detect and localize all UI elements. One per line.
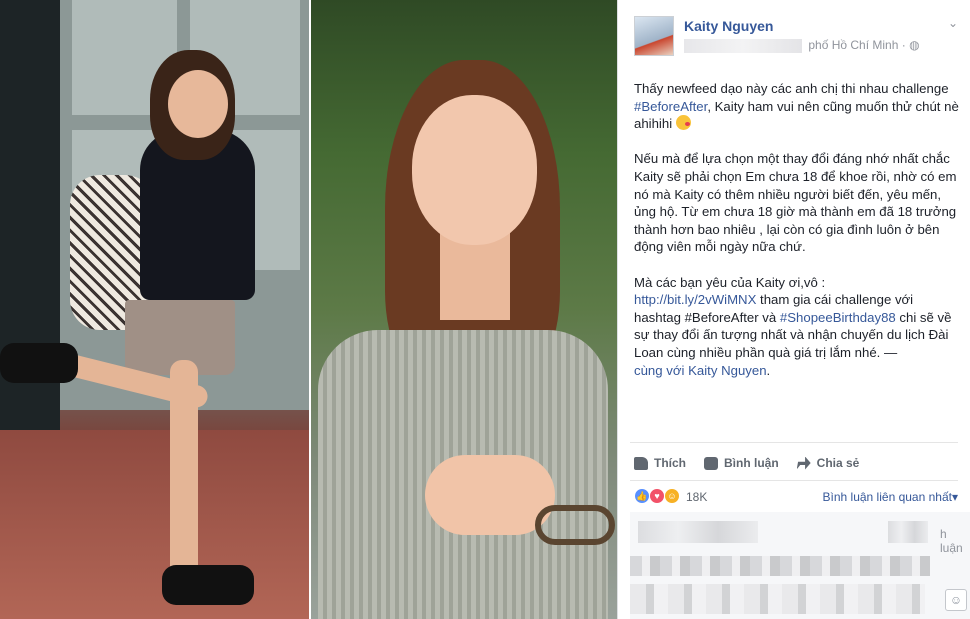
blurred-comment [638,521,758,543]
like-label: Thích [654,456,686,470]
hashtag-link[interactable]: #BeforeAfter [634,99,707,114]
comment-icon [704,456,718,470]
chevron-down-icon[interactable]: ⌄ [948,16,958,30]
comment-sort-dropdown[interactable]: Bình luận liên quan nhất▾ [823,490,958,504]
share-icon [796,456,811,470]
share-button[interactable]: Chia sẻ [796,456,860,470]
haha-icon[interactable]: ☺ [664,488,680,504]
share-label: Chia sẻ [816,456,860,470]
hashtag-link[interactable]: #ShopeeBirthday88 [780,310,896,325]
sneaker-shape [162,565,254,605]
like-button[interactable]: Thích [634,456,686,470]
caret-down-icon: ▾ [951,490,958,504]
post-paragraph-2: Nếu mà để lựa chọn một thay đổi đáng nhớ… [634,151,957,255]
like-icon[interactable]: 👍 [634,488,650,504]
author-name[interactable]: Kaity Nguyen [684,18,773,34]
blurred-timestamp [684,38,802,53]
post-paragraph-3: Mà các bạn yêu của Kaity ơi,vô : http://b… [634,274,960,380]
post-meta: phố Hồ Chí Minh · ◍ [684,38,920,53]
tagged-user-link[interactable]: Kaity Nguyen [688,363,766,378]
text-span: Thấy newfeed dạo này các anh chị thi nha… [634,81,949,96]
comment-button[interactable]: Bình luận [704,456,779,470]
post-panel: Kaity Nguyen phố Hồ Chí Minh · ◍ ⌄ Thấy … [617,0,970,619]
blurred-comment [630,556,930,576]
sneaker-shape [0,343,78,383]
pavement-shape [0,430,309,619]
sunglasses-shape [535,505,615,545]
partial-comment-text: h luận [940,527,963,555]
face-shape [168,70,228,138]
face-shape [412,95,537,245]
avatar[interactable] [634,16,674,56]
reactions-bar: 👍 ♥ ☺ 18K Bình luận liên quan nhất▾ [634,487,960,507]
comment-label: Bình luận [724,456,779,470]
text-span: Mà các bạn yêu của Kaity ơi,vô : [634,274,826,290]
wall-shape [0,0,60,500]
globe-icon[interactable]: · ◍ [902,38,920,52]
post-text: Thấy newfeed dạo này các anh chị thi nha… [634,80,960,397]
photo-collage[interactable] [0,0,617,619]
sort-label: Bình luận liên quan nhất [822,490,952,504]
divider [630,442,958,443]
blurred-comment-input[interactable] [630,584,925,614]
location-text[interactable]: phố Hồ Chí Minh [808,38,898,52]
love-icon[interactable]: ♥ [649,488,665,504]
sticker-icon[interactable]: ☺ [945,589,967,611]
reaction-count[interactable]: 18K [686,490,707,504]
leg-shape [170,360,198,580]
post-header: Kaity Nguyen phố Hồ Chí Minh · ◍ ⌄ [634,14,960,64]
comments-section: h luận ☺ [630,512,970,619]
text-span: . [766,362,771,378]
kiss-emoji-icon [675,115,691,131]
url-link[interactable]: http://bit.ly/2vWiMNX [634,292,756,307]
tagged-with-label: cùng với [634,362,685,378]
thumbs-up-icon [634,456,648,470]
divider [630,480,958,481]
post-actions: Thích Bình luận Chia sẻ [634,452,958,474]
before-photo[interactable] [0,0,309,619]
post-paragraph-1: Thấy newfeed dạo này các anh chị thi nha… [634,80,960,133]
blurred-comment [888,521,928,543]
